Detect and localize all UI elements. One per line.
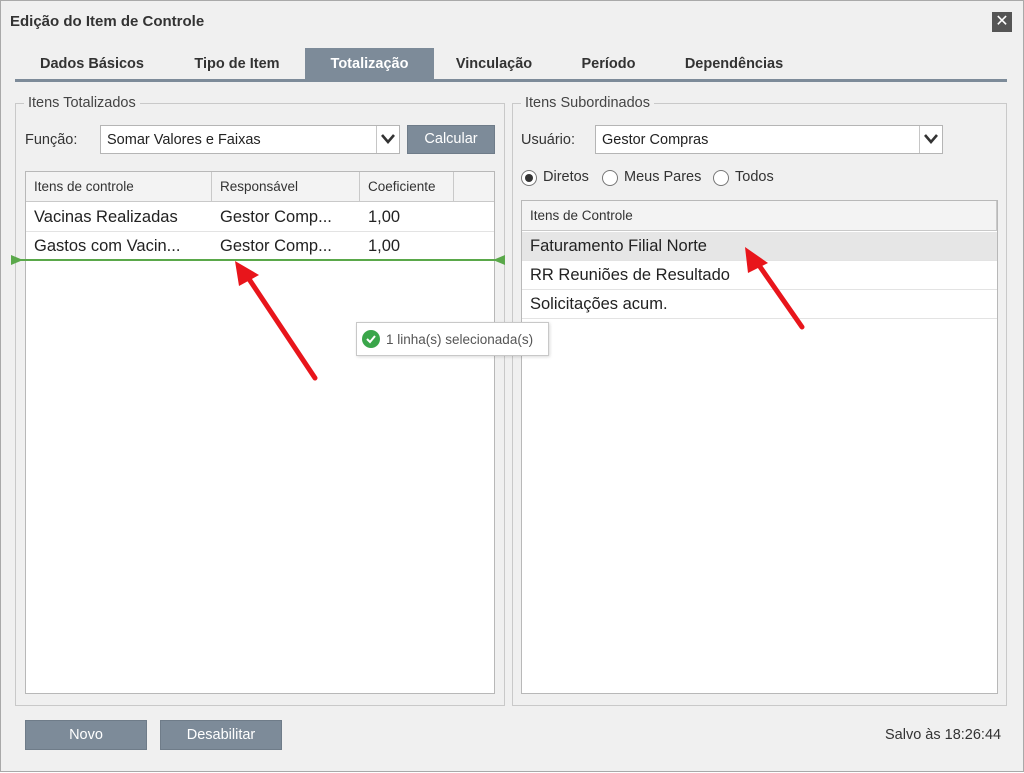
column-header-coefficient[interactable]: Coeficiente xyxy=(360,172,454,202)
totalized-items-legend: Itens Totalizados xyxy=(28,95,136,111)
selection-toast: 1 linha(s) selecionada(s) xyxy=(356,322,549,356)
calculate-button[interactable]: Calcular xyxy=(407,125,495,154)
tab-vinculacao[interactable]: Vinculação xyxy=(434,48,554,79)
tab-totalizacao[interactable]: Totalização xyxy=(305,48,434,79)
tab-tipo-de-item[interactable]: Tipo de Item xyxy=(169,48,305,79)
tab-dependencias[interactable]: Dependências xyxy=(663,48,805,79)
column-header-items[interactable]: Itens de controle xyxy=(26,172,212,202)
list-item-label: Faturamento Filial Norte xyxy=(530,237,707,255)
grid-header: Itens de controle Responsável Coeficient… xyxy=(26,172,494,202)
cell-coefficient: 1,00 xyxy=(368,237,401,255)
list-item[interactable]: Faturamento Filial Norte xyxy=(522,232,997,261)
filter-radio-label: Meus Pares xyxy=(624,169,702,185)
check-circle-icon xyxy=(362,330,380,348)
close-button[interactable]: ✕ xyxy=(992,12,1012,32)
toast-text: 1 linha(s) selecionada(s) xyxy=(386,332,534,347)
filter-radio-label: Diretos xyxy=(543,169,589,185)
save-status: Salvo às 18:26:44 xyxy=(885,727,1002,743)
dialog-window: Edição do Item de Controle ✕ Dados Básic… xyxy=(0,0,1024,772)
radio-selected-icon xyxy=(521,170,537,186)
close-icon: ✕ xyxy=(995,13,1009,30)
dialog-title: Edição do Item de Controle xyxy=(10,13,205,30)
new-button[interactable]: Novo xyxy=(25,720,147,750)
tab-bar: Dados Básicos Tipo de Item Totalização V… xyxy=(15,48,1007,82)
list-item[interactable]: Solicitações acum. xyxy=(522,290,997,319)
tab-dados-basicos[interactable]: Dados Básicos xyxy=(15,48,169,79)
column-header-owner[interactable]: Responsável xyxy=(212,172,360,202)
filter-radio-direct[interactable]: Diretos xyxy=(521,169,599,187)
list-item-label: Solicitações acum. xyxy=(530,295,668,313)
chevron-down-icon[interactable] xyxy=(376,126,399,153)
radio-unselected-icon xyxy=(713,170,729,186)
column-header-control-items[interactable]: Itens de Controle xyxy=(522,201,997,231)
user-select-value: Gestor Compras xyxy=(602,132,709,148)
cell-owner: Gestor Comp... xyxy=(220,208,332,226)
subordinate-items-legend: Itens Subordinados xyxy=(525,95,650,111)
table-row[interactable]: Gastos com Vacin... Gestor Comp... 1,00 xyxy=(26,232,494,261)
disable-button[interactable]: Desabilitar xyxy=(160,720,282,750)
cell-owner: Gestor Comp... xyxy=(220,237,332,255)
function-label: Função: xyxy=(25,132,78,148)
table-row[interactable]: Vacinas Realizadas Gestor Comp... 1,00 xyxy=(26,203,494,232)
cell-item: Vacinas Realizadas xyxy=(34,208,178,226)
filter-radio-peers[interactable]: Meus Pares xyxy=(602,169,710,187)
cell-coefficient: 1,00 xyxy=(368,208,401,226)
radio-unselected-icon xyxy=(602,170,618,186)
chevron-down-icon[interactable] xyxy=(919,126,942,153)
filter-radio-label: Todos xyxy=(735,169,774,185)
list-item[interactable]: RR Reuniões de Resultado xyxy=(522,261,997,290)
grid-header: Itens de Controle xyxy=(522,201,997,231)
list-item-label: RR Reuniões de Resultado xyxy=(530,266,730,284)
tab-periodo[interactable]: Período xyxy=(554,48,663,79)
user-select[interactable]: Gestor Compras xyxy=(595,125,943,154)
function-select[interactable]: Somar Valores e Faixas xyxy=(100,125,400,154)
function-select-value: Somar Valores e Faixas xyxy=(107,132,261,148)
cell-item: Gastos com Vacin... xyxy=(34,237,181,255)
subordinate-items-grid: Itens de Controle Faturamento Filial Nor… xyxy=(521,200,998,694)
user-label: Usuário: xyxy=(521,132,575,148)
filter-radio-all[interactable]: Todos xyxy=(713,169,783,187)
title-bar: Edição do Item de Controle ✕ xyxy=(1,1,1023,41)
totalized-items-grid: Itens de controle Responsável Coeficient… xyxy=(25,171,495,694)
